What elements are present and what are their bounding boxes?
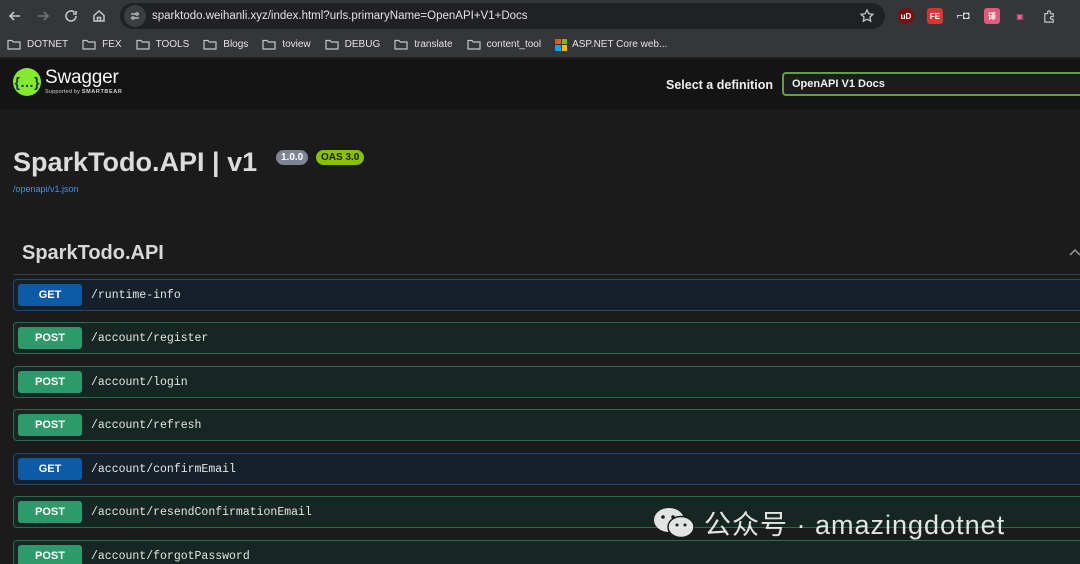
bookmark-folder-debug[interactable]: DEBUG: [325, 39, 381, 50]
operation-path: /account/register: [91, 331, 209, 345]
operation-path: /account/resendConfirmationEmail: [91, 505, 312, 519]
folder-icon: [82, 39, 96, 50]
bookmark-folder-translate[interactable]: translate: [394, 39, 453, 50]
wechat-watermark: 公众号 · amazingdotnet: [652, 503, 1005, 542]
method-badge: POST: [18, 414, 82, 436]
microsoft-icon: [555, 38, 568, 51]
bookmark-label: content_tool: [486, 39, 542, 50]
operation-path: /runtime-info: [91, 288, 181, 302]
bookmark-folder-content-tool[interactable]: content_tool: [466, 39, 542, 50]
folder-icon: [394, 39, 408, 50]
bookmarks-bar: DOTNET FEX TOOLS Blogs toview DEBUG tran…: [0, 32, 1080, 58]
tag-divider: [13, 274, 1080, 275]
logo-title: Swagger: [45, 67, 119, 88]
swagger-logo-icon: {…}: [13, 68, 41, 96]
bookmark-label: DOTNET: [27, 39, 69, 50]
wechat-icon: [654, 507, 695, 538]
operation-path: /account/refresh: [91, 418, 202, 432]
folder-icon: [466, 39, 481, 50]
operation-path: /account/forgotPassword: [91, 549, 250, 563]
bookmark-label: TOOLS: [155, 39, 190, 50]
extensions-puzzle-icon[interactable]: [1041, 8, 1057, 24]
bookmark-label: DEBUG: [344, 39, 381, 50]
bookmark-aspnet-core[interactable]: ASP.NET Core web...: [555, 38, 668, 51]
operation-post-account-refresh[interactable]: POST /account/refresh: [13, 409, 1080, 441]
bookmark-folder-toview[interactable]: toview: [262, 39, 311, 50]
bookmark-label: ASP.NET Core web...: [572, 39, 668, 50]
oas-badge: OAS 3.0: [316, 150, 365, 165]
bookmark-label: FEX: [102, 39, 122, 50]
operation-post-account-login[interactable]: POST /account/login: [13, 366, 1080, 398]
tv-extension-icon[interactable]: ▣: [1012, 8, 1028, 24]
bookmark-folder-tools[interactable]: TOOLS: [135, 39, 190, 50]
operation-path: /account/confirmEmail: [91, 462, 236, 476]
bookmark-folder-blogs[interactable]: Blogs: [203, 39, 248, 50]
logo-subtitle: Supported by SMARTBEAR: [45, 89, 123, 95]
folder-icon: [262, 39, 276, 50]
bookmark-label: Blogs: [223, 39, 249, 50]
definition-select[interactable]: OpenAPI V1 Docs: [782, 72, 1080, 96]
fe-extension-icon[interactable]: FE: [927, 8, 943, 24]
bookmark-star-icon[interactable]: [859, 8, 875, 24]
method-badge: POST: [18, 327, 82, 349]
glasses-extension-icon[interactable]: ⌐◘: [955, 8, 971, 24]
site-info-icon[interactable]: [124, 5, 146, 27]
method-badge: POST: [18, 501, 82, 523]
operation-get-runtime-info[interactable]: GET /runtime-info: [13, 279, 1080, 311]
method-badge: POST: [18, 371, 82, 393]
home-icon[interactable]: [85, 2, 113, 30]
bookmark-folder-dotnet[interactable]: DOTNET: [7, 39, 68, 50]
reload-icon[interactable]: [57, 2, 85, 30]
bookmark-folder-fex[interactable]: FEX: [82, 39, 122, 50]
url-text[interactable]: sparktodo.weihanli.xyz/index.html?urls.p…: [152, 10, 528, 22]
swagger-topbar: {…} Swagger Supported by SMARTBEAR Selec…: [0, 59, 1080, 109]
method-badge: GET: [18, 284, 82, 306]
operation-path: /account/login: [91, 375, 188, 389]
method-badge: GET: [18, 458, 82, 480]
ublock-extension-icon[interactable]: uD: [898, 8, 914, 24]
operation-get-account-confirm-email[interactable]: GET /account/confirmEmail: [13, 453, 1080, 485]
definition-select-label: Select a definition: [666, 78, 773, 92]
folder-icon: [203, 39, 217, 50]
tag-title[interactable]: SparkTodo.API: [22, 242, 164, 265]
operation-post-account-forgot-password[interactable]: POST /account/forgotPassword: [13, 540, 1080, 564]
operation-post-account-register[interactable]: POST /account/register: [13, 322, 1080, 354]
watermark-text: 公众号 · amazingdotnet: [704, 510, 1006, 540]
folder-icon: [135, 39, 150, 50]
bookmark-label: toview: [282, 39, 311, 50]
swagger-logo[interactable]: {…} Swagger Supported by SMARTBEAR: [13, 68, 122, 96]
back-icon[interactable]: [1, 2, 29, 30]
openapi-spec-link[interactable]: /openapi/v1.json: [13, 184, 79, 194]
bookmark-label: translate: [414, 39, 453, 50]
folder-icon: [325, 39, 339, 50]
translate-extension-icon[interactable]: 译: [984, 8, 1000, 24]
api-title: SparkTodo.API | v1: [13, 147, 258, 177]
address-bar[interactable]: sparktodo.weihanli.xyz/index.html?urls.p…: [120, 3, 885, 29]
folder-icon: [7, 39, 21, 50]
forward-icon[interactable]: [29, 2, 57, 30]
chevron-up-icon[interactable]: [1069, 248, 1080, 256]
version-badge: 1.0.0: [276, 150, 309, 165]
browser-toolbar: sparktodo.weihanli.xyz/index.html?urls.p…: [0, 0, 1080, 32]
method-badge: POST: [18, 545, 82, 564]
